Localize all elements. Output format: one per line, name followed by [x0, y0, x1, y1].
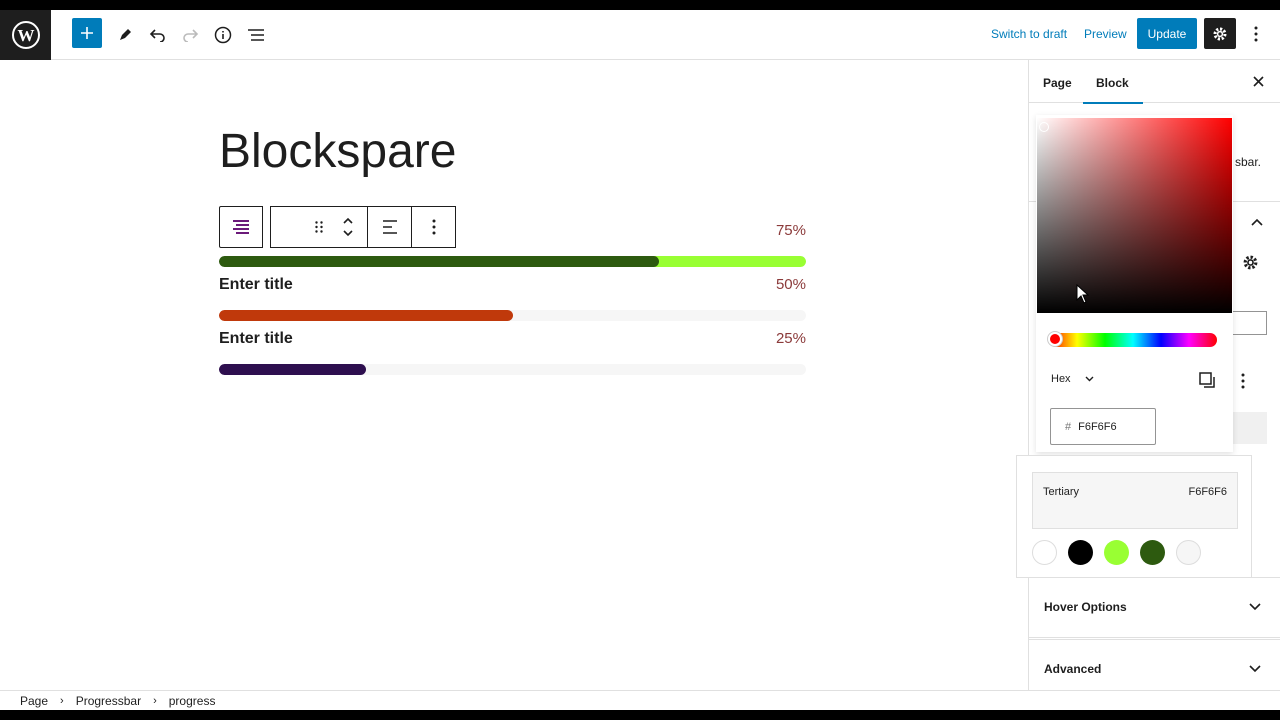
- update-button[interactable]: Update: [1137, 18, 1197, 49]
- color-hex: F6F6F6: [1188, 486, 1227, 498]
- list-view-icon[interactable]: [240, 19, 272, 51]
- color-swatch-white[interactable]: [1032, 540, 1057, 565]
- more-vertical-icon: [432, 219, 435, 235]
- chevron-right-icon: ›: [153, 694, 157, 707]
- color-picker-popover: Hex # F6F6F6: [1036, 115, 1233, 452]
- color-palette: Tertiary F6F6F6: [1016, 455, 1252, 578]
- info-icon[interactable]: [207, 19, 239, 51]
- editor-frame: W Switch to draft Preview Update Blocksp…: [0, 10, 1280, 710]
- settings-button[interactable]: [1204, 18, 1236, 49]
- color-swatch-dark-green[interactable]: [1140, 540, 1165, 565]
- breadcrumb-item[interactable]: Progressbar: [76, 694, 141, 708]
- block-type-button[interactable]: [219, 206, 263, 248]
- hue-slider[interactable]: [1049, 333, 1217, 347]
- progress-fill: [219, 364, 366, 375]
- more-options-button[interactable]: [1246, 19, 1266, 49]
- post-title[interactable]: Blockspare: [219, 124, 456, 179]
- hex-input[interactable]: # F6F6F6: [1050, 408, 1156, 445]
- tab-block[interactable]: Block: [1083, 76, 1143, 104]
- progress-track: [219, 364, 806, 375]
- block-toolbar: [219, 206, 456, 248]
- progress-percent: 25%: [775, 330, 806, 347]
- chevron-down-icon: [1085, 376, 1094, 382]
- panel-hover-options[interactable]: Hover Options: [1029, 577, 1280, 637]
- color-swatch-lime[interactable]: [1104, 540, 1129, 565]
- add-block-button[interactable]: [72, 18, 102, 48]
- progress-track: [219, 256, 806, 267]
- color-format-select[interactable]: Hex: [1051, 373, 1094, 385]
- pencil-icon[interactable]: [109, 19, 141, 51]
- copy-icon[interactable]: [1198, 371, 1216, 389]
- switch-to-draft-button[interactable]: Switch to draft: [991, 27, 1067, 41]
- progress-track: [219, 310, 806, 321]
- progress-percent: 50%: [775, 276, 806, 293]
- chevron-down-icon: [1249, 603, 1261, 611]
- progress-title[interactable]: Enter title: [219, 330, 293, 348]
- undo-icon[interactable]: [142, 19, 174, 51]
- breadcrumb: Page › Progressbar › progress: [0, 690, 1280, 710]
- gear-icon: [1213, 27, 1227, 40]
- current-color-card[interactable]: Tertiary F6F6F6: [1032, 472, 1238, 529]
- top-toolbar: W Switch to draft Preview Update: [0, 10, 1280, 60]
- progress-fill: [219, 256, 660, 267]
- move-up-down-button[interactable]: [329, 207, 367, 247]
- block-description: sbar.: [1235, 155, 1262, 169]
- color-name: Tertiary: [1043, 486, 1080, 498]
- mouse-cursor-icon: [1076, 284, 1090, 304]
- block-options-button[interactable]: [412, 207, 455, 247]
- saturation-area[interactable]: [1037, 118, 1232, 313]
- color-swatch-light-gray[interactable]: [1176, 540, 1201, 565]
- close-icon[interactable]: [1249, 72, 1267, 90]
- sidebar-tabs: Page Block: [1029, 60, 1280, 104]
- progress-fill: [219, 310, 513, 321]
- svg-text:W: W: [17, 26, 34, 45]
- color-format-value: Hex: [1051, 373, 1071, 385]
- breadcrumb-item[interactable]: progress: [169, 694, 216, 708]
- panel-title: Advanced: [1044, 662, 1102, 676]
- gear-icon[interactable]: [1242, 254, 1259, 271]
- panel-title: Hover Options: [1044, 600, 1127, 614]
- progressbar-block-icon: [233, 220, 249, 234]
- more-vertical-icon: [1254, 26, 1258, 42]
- progress-remaining: [653, 256, 806, 267]
- chevron-up-icon[interactable]: [1251, 218, 1263, 226]
- wordpress-logo[interactable]: W: [0, 10, 51, 60]
- chevron-right-icon: ›: [60, 694, 64, 707]
- block-toolbar-group: [270, 206, 456, 248]
- progress-title[interactable]: Enter title: [219, 276, 293, 294]
- redo-icon[interactable]: [174, 19, 206, 51]
- panel-advanced[interactable]: Advanced: [1029, 639, 1280, 690]
- drag-handle-icon[interactable]: [309, 207, 329, 247]
- hex-value: F6F6F6: [1078, 420, 1117, 433]
- hex-prefix: #: [1065, 420, 1072, 433]
- align-left-icon[interactable]: [368, 207, 411, 247]
- tab-page[interactable]: Page: [1043, 76, 1072, 90]
- color-swatch-black[interactable]: [1068, 540, 1093, 565]
- hue-handle[interactable]: [1048, 332, 1062, 346]
- progress-percent: 75%: [775, 222, 806, 239]
- saturation-handle[interactable]: [1039, 122, 1049, 132]
- breadcrumb-item[interactable]: Page: [20, 694, 48, 708]
- editor-canvas[interactable]: Blockspare 75% Enter title 50% Enter tit…: [0, 60, 1028, 690]
- chevron-down-icon: [1249, 665, 1261, 673]
- more-vertical-icon[interactable]: [1241, 373, 1245, 389]
- preview-button[interactable]: Preview: [1084, 27, 1127, 41]
